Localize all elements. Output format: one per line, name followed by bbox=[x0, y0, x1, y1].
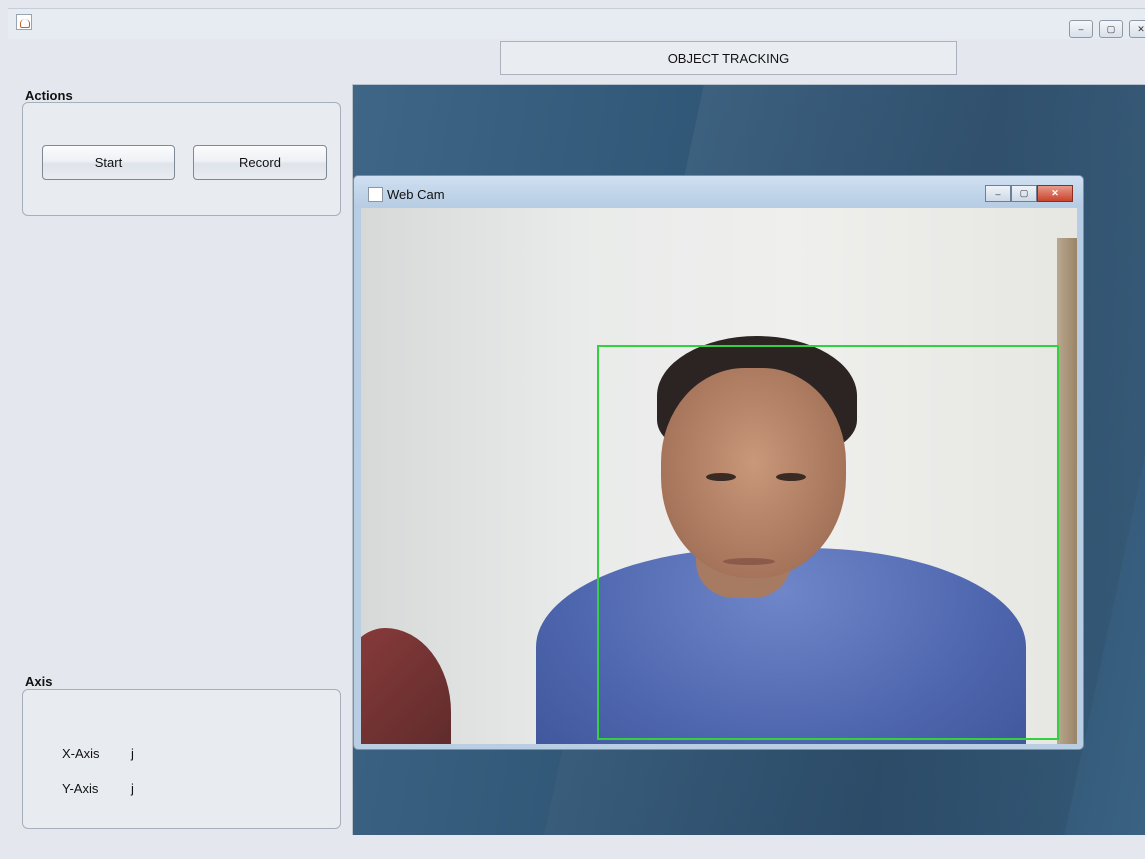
background-person bbox=[361, 628, 451, 744]
window-controls: – ▢ ✕ bbox=[1069, 20, 1145, 38]
webcam-window-title: Web Cam bbox=[387, 187, 445, 202]
minimize-button[interactable]: – bbox=[1069, 20, 1093, 38]
close-button[interactable]: ✕ bbox=[1129, 20, 1145, 38]
webcam-close-button[interactable]: ✕ bbox=[1037, 185, 1073, 202]
actions-group-label: Actions bbox=[25, 88, 73, 103]
door-frame bbox=[1057, 238, 1077, 744]
axis-group-label: Axis bbox=[25, 674, 53, 689]
start-button[interactable]: Start bbox=[42, 145, 175, 180]
java-app-icon bbox=[368, 187, 383, 202]
java-app-icon bbox=[16, 14, 32, 30]
y-axis-value: j bbox=[131, 781, 134, 796]
y-axis-label: Y-Axis bbox=[62, 781, 99, 796]
webcam-window[interactable]: Web Cam – ▢ ✕ bbox=[353, 175, 1084, 750]
record-button[interactable]: Record bbox=[193, 145, 327, 180]
window-titlebar bbox=[8, 8, 1145, 39]
webcam-feed bbox=[361, 208, 1077, 744]
page-title: OBJECT TRACKING bbox=[500, 41, 957, 75]
maximize-button[interactable]: ▢ bbox=[1099, 20, 1123, 38]
webcam-minimize-button[interactable]: – bbox=[985, 185, 1011, 202]
tracking-box bbox=[597, 345, 1059, 740]
webcam-maximize-button[interactable]: ▢ bbox=[1011, 185, 1037, 202]
x-axis-label: X-Axis bbox=[62, 746, 100, 761]
x-axis-value: j bbox=[131, 746, 134, 761]
webcam-window-controls: – ▢ ✕ bbox=[985, 185, 1073, 202]
